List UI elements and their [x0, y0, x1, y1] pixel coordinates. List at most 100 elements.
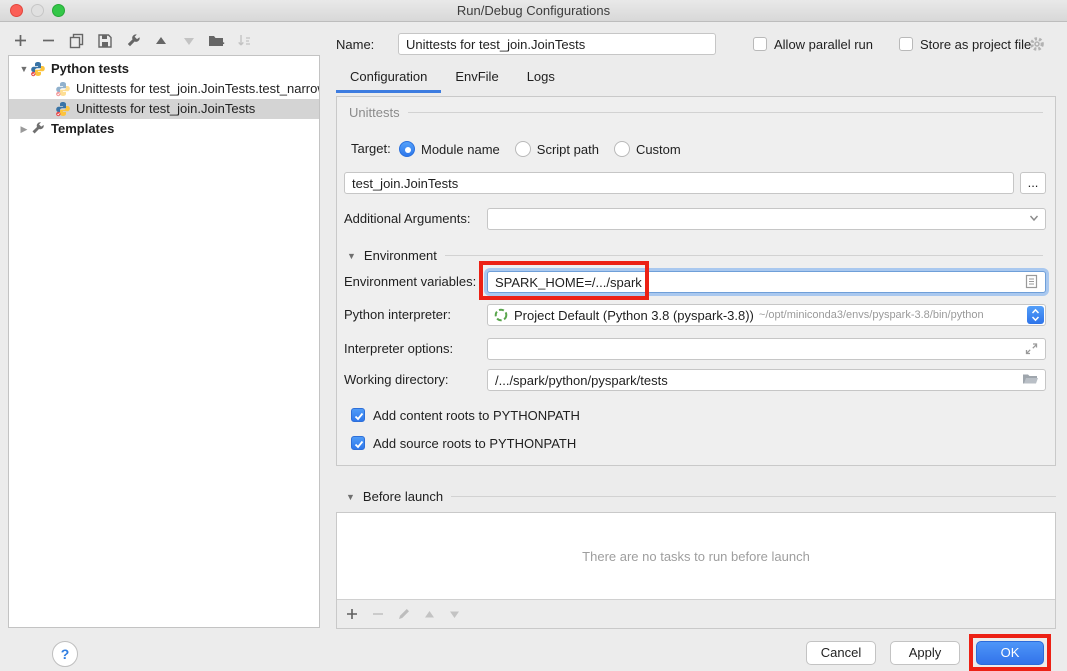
expand-icon[interactable] — [1024, 341, 1040, 357]
additional-arguments-label: Additional Arguments: — [344, 211, 470, 226]
tab-logs[interactable]: Logs — [513, 64, 569, 93]
checkbox-checked-icon[interactable] — [351, 436, 365, 450]
interpreter-options-label: Interpreter options: — [344, 341, 453, 356]
annotation-box-env-variables — [479, 261, 649, 300]
radio-custom-label: Custom — [636, 142, 681, 157]
add-content-roots-checkbox[interactable]: Add content roots to PYTHONPATH — [351, 406, 580, 424]
checkbox-unchecked-icon[interactable] — [753, 37, 767, 51]
tree-item-python-tests[interactable]: ▼ Python tests — [9, 59, 319, 79]
tree-item-label: Templates — [51, 119, 114, 139]
interpreter-path: ~/opt/miniconda3/envs/pyspark-3.8/bin/py… — [759, 309, 984, 321]
module-name-input[interactable] — [344, 172, 1014, 194]
move-task-down-icon — [448, 608, 461, 621]
chevron-right-icon[interactable]: ▶ — [18, 119, 30, 139]
chevron-down-icon[interactable]: ▼ — [18, 59, 30, 79]
python-test-icon — [55, 101, 71, 117]
add-task-icon[interactable] — [345, 607, 359, 621]
folder-icon[interactable] — [1022, 372, 1038, 388]
configuration-panel: Unittests Target: Module name Script pat… — [336, 96, 1056, 466]
environment-section-label: Environment — [364, 248, 437, 263]
run-debug-configurations-dialog: Run/Debug Configurations — [0, 0, 1067, 671]
working-directory-label: Working directory: — [344, 372, 449, 387]
before-launch-tasks-box: There are no tasks to run before launch — [336, 512, 1056, 629]
allow-parallel-run-checkbox[interactable]: Allow parallel run — [753, 33, 873, 55]
remove-task-icon — [371, 607, 385, 621]
combo-stepper-icon[interactable] — [1027, 306, 1044, 324]
environment-section-header[interactable]: ▼ Environment — [347, 248, 1043, 263]
radio-unselected-icon[interactable] — [614, 141, 630, 157]
help-button[interactable]: ? — [52, 641, 78, 667]
interpreter-name: Project Default (Python 3.8 (pyspark-3.8… — [514, 308, 754, 323]
tab-envfile[interactable]: EnvFile — [441, 64, 512, 93]
edit-templates-icon[interactable] — [124, 32, 141, 49]
environment-variables-label: Environment variables: — [344, 274, 476, 289]
browse-button[interactable]: ... — [1020, 172, 1046, 194]
additional-arguments-input[interactable] — [487, 208, 1046, 230]
minimize-window-button — [31, 4, 44, 17]
python-test-icon — [55, 81, 71, 97]
wrench-icon — [30, 121, 46, 137]
tree-item-unittests-test-narrow[interactable]: Unittests for test_join.JoinTests.test_n… — [9, 79, 319, 99]
before-launch-toolbar — [337, 600, 1055, 628]
new-folder-icon[interactable] — [208, 32, 225, 49]
add-source-roots-label: Add source roots to PYTHONPATH — [373, 436, 576, 451]
move-task-up-icon — [423, 608, 436, 621]
python-icon — [30, 61, 46, 77]
title-bar: Run/Debug Configurations — [0, 0, 1067, 22]
apply-button[interactable]: Apply — [890, 641, 960, 665]
name-label: Name: — [336, 37, 374, 52]
configurations-tree: ▼ Python tests Unittests for test_join.J… — [8, 55, 320, 628]
python-interpreter-select[interactable]: Project Default (Python 3.8 (pyspark-3.8… — [487, 304, 1046, 326]
radio-custom[interactable]: Custom — [614, 141, 681, 157]
name-input[interactable] — [398, 33, 716, 55]
edit-task-icon — [397, 607, 411, 621]
edit-variables-icon[interactable] — [1024, 274, 1040, 290]
target-radio-group: Module name Script path Custom — [399, 138, 690, 160]
chevron-down-icon[interactable]: ▼ — [346, 492, 355, 502]
before-launch-task-list: There are no tasks to run before launch — [337, 513, 1055, 600]
gear-icon[interactable] — [1029, 36, 1045, 52]
before-launch-empty-text: There are no tasks to run before launch — [582, 549, 810, 564]
tree-item-unittests-jointests[interactable]: Unittests for test_join.JoinTests — [9, 99, 319, 119]
interpreter-options-input[interactable] — [487, 338, 1046, 360]
sort-alphabetically-icon — [236, 32, 253, 49]
before-launch-label: Before launch — [363, 489, 443, 504]
remove-configuration-icon[interactable] — [40, 32, 57, 49]
chevron-down-icon[interactable]: ▼ — [347, 251, 356, 261]
copy-configuration-icon[interactable] — [68, 32, 85, 49]
working-directory-input[interactable] — [487, 369, 1046, 391]
allow-parallel-run-label: Allow parallel run — [774, 37, 873, 52]
chevron-down-icon[interactable] — [1027, 211, 1043, 227]
add-configuration-icon[interactable] — [12, 32, 29, 49]
move-down-icon — [180, 32, 197, 49]
unittests-section-header: Unittests — [349, 105, 1043, 120]
checkbox-checked-icon[interactable] — [351, 408, 365, 422]
tab-configuration[interactable]: Configuration — [336, 64, 441, 93]
radio-module-name[interactable]: Module name — [399, 141, 500, 157]
before-launch-section-header[interactable]: ▼ Before launch — [336, 489, 1056, 504]
conda-env-icon — [494, 308, 508, 322]
radio-script-path[interactable]: Script path — [515, 141, 599, 157]
radio-unselected-icon[interactable] — [515, 141, 531, 157]
close-window-button[interactable] — [10, 4, 23, 17]
save-configuration-icon[interactable] — [96, 32, 113, 49]
store-as-project-file-checkbox[interactable]: Store as project file — [899, 33, 1031, 55]
target-label: Target: — [351, 141, 391, 156]
window-title: Run/Debug Configurations — [0, 0, 1067, 21]
add-source-roots-checkbox[interactable]: Add source roots to PYTHONPATH — [351, 434, 576, 452]
radio-selected-icon[interactable] — [399, 141, 415, 157]
tree-item-label: Unittests for test_join.JoinTests.test_n… — [76, 79, 319, 99]
python-interpreter-label: Python interpreter: — [344, 307, 451, 322]
annotation-box-ok-button — [969, 634, 1051, 671]
tree-item-label: Python tests — [51, 59, 129, 79]
checkbox-unchecked-icon[interactable] — [899, 37, 913, 51]
store-as-project-file-label: Store as project file — [920, 37, 1031, 52]
add-content-roots-label: Add content roots to PYTHONPATH — [373, 408, 580, 423]
unittests-section-label: Unittests — [349, 105, 400, 120]
radio-script-path-label: Script path — [537, 142, 599, 157]
config-tabs: Configuration EnvFile Logs — [336, 64, 569, 93]
tree-item-templates[interactable]: ▶ Templates — [9, 119, 319, 139]
cancel-button[interactable]: Cancel — [806, 641, 876, 665]
zoom-window-button[interactable] — [52, 4, 65, 17]
move-up-icon[interactable] — [152, 32, 169, 49]
